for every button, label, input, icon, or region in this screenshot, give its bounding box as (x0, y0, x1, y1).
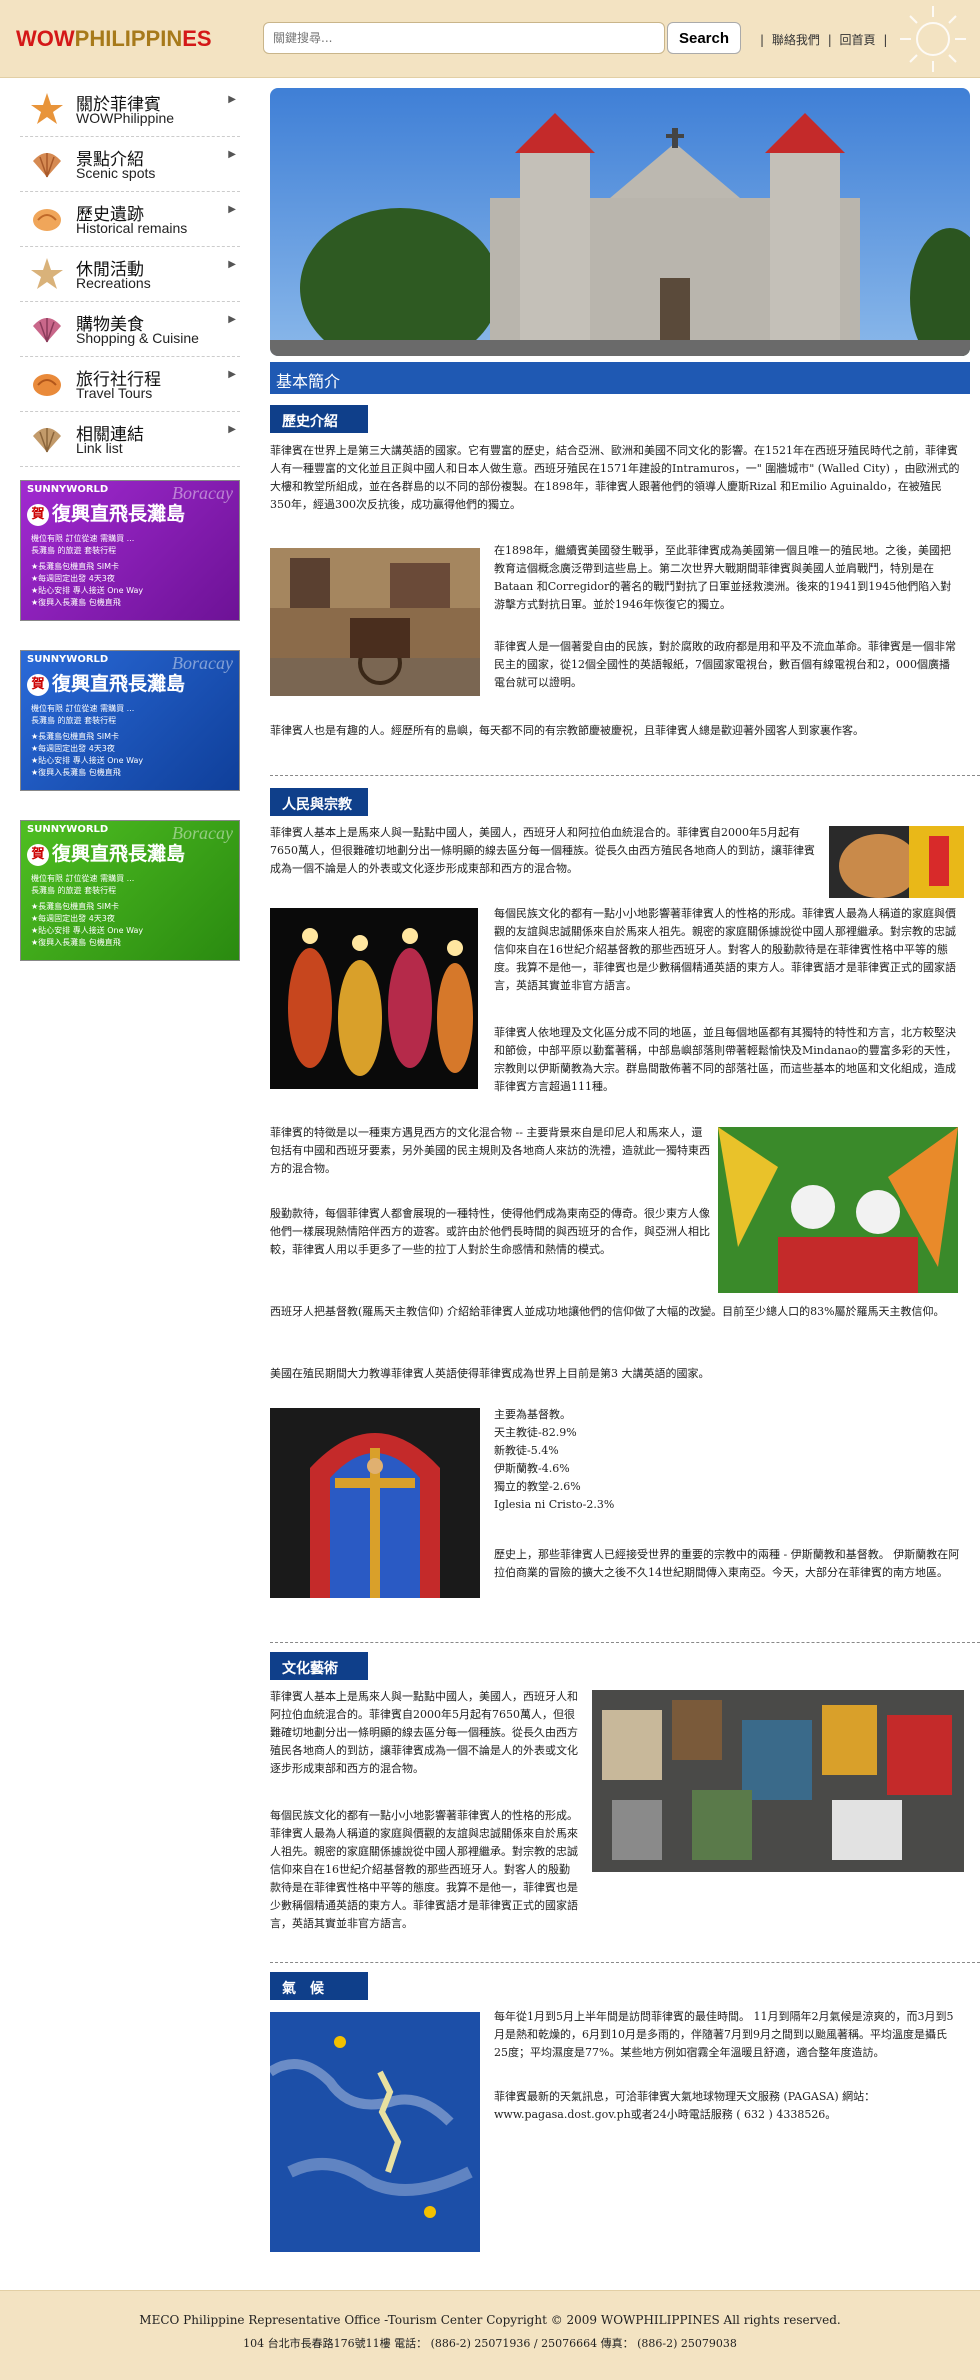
scallop-shell-icon (33, 428, 61, 453)
arrow-right-icon: ▶ (228, 149, 236, 160)
sidebar-item-recreations[interactable]: 休閒活動 Recreations ▶ (20, 247, 240, 302)
arrow-right-icon: ▶ (228, 424, 236, 435)
history-paragraph-2: 在1898年，繼續賓美國發生戰爭，至此菲律賓成為美國第一個且唯一的殖民地。之後，… (494, 544, 952, 611)
religion-list: 主要為基督教。 天主教徒-82.9% 新教徒-5.4% 伊斯蘭教-4.6% 獨立… (494, 1408, 615, 1511)
sidebar-item-links[interactable]: 相關連結 Link list ▶ (20, 412, 240, 467)
conch-shell-icon (33, 209, 61, 231)
contact-us-link[interactable]: 聯絡我們 (772, 33, 820, 47)
badge-icon: 賀 (27, 673, 49, 696)
page-title: 基本簡介 (270, 362, 970, 394)
dancers-photo (270, 908, 478, 1089)
face-paint-photo (829, 826, 964, 898)
stained-glass-crucifix-photo (270, 1408, 480, 1598)
arrow-right-icon: ▶ (228, 94, 236, 105)
ad-banner-boracay-2[interactable]: SUNNYWORLD Boracay 賀復興直飛長灘島 機位有限 訂位從速 需購… (20, 650, 240, 791)
section-heading-culture: 文化藝術 (270, 1652, 368, 1680)
ad-banner-boracay-1[interactable]: SUNNYWORLD Boracay 賀復興直飛長灘島 機位有限 訂位從速 需購… (20, 480, 240, 621)
history-paragraph-3: 菲律賓人是一個著愛自由的民族，對於腐敗的政府都是用和平及不流血革命。菲律賓是一個… (494, 640, 956, 689)
sidebar-item-history[interactable]: 歷史遺跡 Historical remains ▶ (20, 192, 240, 247)
people-paragraph-1: 菲律賓人基本上是馬來人與一點點中國人，美國人，西班牙人和阿拉伯血統混合的。菲律賓… (270, 826, 815, 875)
section-divider (270, 1962, 980, 1963)
scallop-shell-icon (33, 318, 61, 343)
people-paragraph-2: 每個民族文化的都有一點小小地影響著菲律賓人的性格的形成。菲律賓人最為人稱道的家庭… (494, 907, 956, 992)
home-link[interactable]: 回首頁 (840, 33, 876, 47)
sidebar-nav: 關於菲律賓 WOWPhilippine ▶ 景點介紹 Scenic spots … (20, 82, 240, 467)
scallop-shell-icon (33, 153, 61, 178)
arrow-right-icon: ▶ (228, 204, 236, 215)
history-paragraph-4: 菲律賓人也是有趣的人。經歷所有的島嶼，每天都不同的有宗教節慶被慶祝，且菲律賓人總… (270, 724, 864, 737)
festival-masks-photo (718, 1127, 958, 1293)
people-paragraph-8: 歷史上，那些菲律賓人已經接受世界的重要的宗教中的兩種 - 伊斯蘭教和基督教。 伊… (494, 1548, 960, 1579)
people-paragraph-7: 美國在殖民期間大力教導菲律賓人英語使得菲律賓成為世界上目前是第3 大講英語的國家… (270, 1367, 710, 1380)
sidebar-item-about[interactable]: 關於菲律賓 WOWPhilippine ▶ (20, 82, 240, 137)
footer-address: 104 台北市長春路176號11樓 電話： (886-2) 25071936 /… (243, 2337, 737, 2350)
arrow-right-icon: ▶ (228, 314, 236, 325)
culture-paragraph-2: 每個民族文化的都有一點小小地影響著菲律賓人的性格的形成。菲律賓人最為人稱道的家庭… (270, 1809, 578, 1930)
people-paragraph-3: 菲律賓人依地理及文化區分成不同的地區，並且每個地區都有其獨特的特性和方言，北方較… (494, 1026, 957, 1093)
ad-banner-boracay-3[interactable]: SUNNYWORLD Boracay 賀復興直飛長灘島 機位有限 訂位從速 需購… (20, 820, 240, 961)
people-paragraph-5: 殷勤款待，每個菲律賓人都會展現的一種特性，使得他們成為東南亞的傳奇。很少東方人像… (270, 1207, 710, 1256)
badge-icon: 賀 (27, 843, 49, 866)
sidebar-item-shopping[interactable]: 購物美食 Shopping & Cuisine ▶ (20, 302, 240, 357)
badge-icon: 賀 (27, 503, 49, 526)
sun-icon (900, 6, 966, 72)
search-button[interactable]: Search (667, 22, 741, 54)
people-paragraph-4: 菲律賓的特徵是以一種東方遇見西方的文化混合物 -- 主要背景來自是印尼人和馬來人… (270, 1126, 710, 1175)
sidebar-item-tours[interactable]: 旅行社行程 Travel Tours ▶ (20, 357, 240, 412)
sidebar-item-scenic[interactable]: 景點介紹 Scenic spots ▶ (20, 137, 240, 192)
art-gallery-photo (592, 1690, 964, 1872)
climate-paragraph-2: 菲律賓最新的天氣訊息，可洽菲律賓大氣地球物理天文服務 (PAGASA) 網站： (494, 2090, 876, 2103)
top-links: | 聯絡我們 | 回首頁 | (760, 33, 888, 47)
footer-copyright: MECO Philippine Representative Office -T… (139, 2313, 841, 2327)
search-input[interactable] (269, 27, 654, 49)
site-logo[interactable]: WOWPHILIPPINES (16, 26, 212, 52)
section-heading-history: 歷史介紹 (270, 405, 368, 433)
pagasa-link[interactable]: www.pagasa.dost.gov.ph或者24小時電話服務 ( 632 )… (494, 2106, 960, 2124)
arrow-right-icon: ▶ (228, 259, 236, 270)
people-paragraph-6: 西班牙人把基督教(羅馬天主教信仰) 介紹給菲律賓人並成功地讓他們的信仰做了大幅的… (270, 1305, 945, 1318)
carriage-street-photo (270, 548, 480, 696)
site-header: WOWPHILIPPINES Search | 聯絡我們 | 回首頁 | (0, 0, 980, 78)
culture-paragraph-1: 菲律賓人基本上是馬來人與一點點中國人，美國人，西班牙人和阿拉伯血統混合的。菲律賓… (270, 1690, 578, 1775)
starfish-icon (31, 258, 63, 289)
site-footer: MECO Philippine Representative Office -T… (0, 2290, 980, 2380)
section-divider (270, 775, 980, 776)
section-heading-climate: 氣 候 (270, 1972, 368, 2000)
arrow-right-icon: ▶ (228, 369, 236, 380)
history-paragraph-1: 菲律賓在世界上是第三大講英語的國家。它有豐富的歷史，結合亞洲、歐洲和美國不同文化… (270, 444, 960, 511)
hero-church-photo (270, 88, 970, 356)
section-divider (270, 1642, 980, 1643)
search-box (263, 22, 665, 54)
weather-satellite-map (270, 2012, 480, 2252)
section-heading-people: 人民與宗教 (270, 788, 368, 816)
starfish-icon (31, 93, 63, 124)
conch-shell-icon (33, 374, 61, 396)
climate-paragraph-1: 每年從1月到5月上半年間是訪問菲律賓的最佳時間。 11月到隔年2月氣候是涼爽的，… (494, 2010, 954, 2059)
